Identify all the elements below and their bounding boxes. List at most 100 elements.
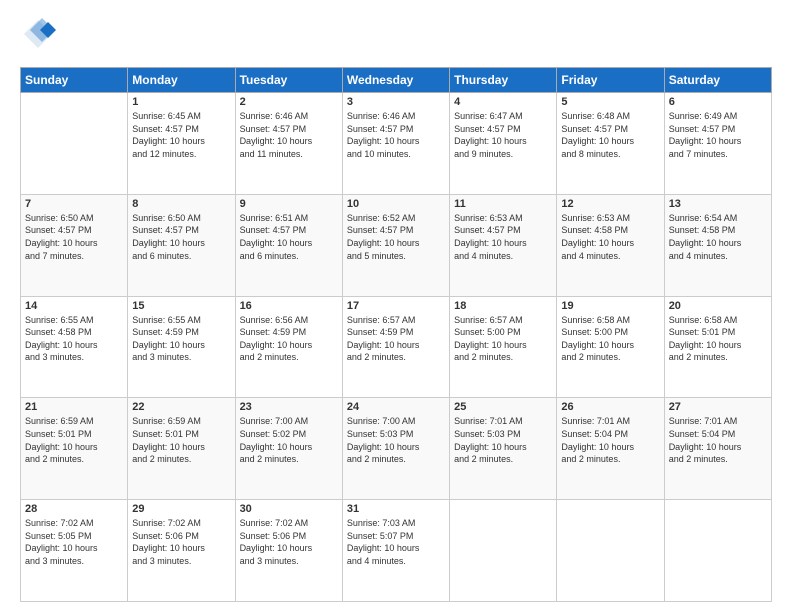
day-number: 22 (132, 401, 230, 413)
calendar-cell: 9 Sunrise: 6:51 AM Sunset: 4:57 PM Daylig… (235, 194, 342, 296)
weekday-friday: Friday (557, 68, 664, 93)
week-row-3: 14 Sunrise: 6:55 AM Sunset: 4:58 PM Dayli… (21, 296, 772, 398)
day-info: Sunrise: 7:02 AM Sunset: 5:05 PM Dayligh… (25, 517, 123, 567)
calendar-cell: 17 Sunrise: 6:57 AM Sunset: 4:59 PM Dayli… (342, 296, 449, 398)
day-number: 26 (561, 401, 659, 413)
day-number: 18 (454, 300, 552, 312)
calendar-cell: 6 Sunrise: 6:49 AM Sunset: 4:57 PM Daylig… (664, 93, 771, 195)
calendar-cell: 11Sunrise: 6:53 AM Sunset: 4:57 PM Dayli… (450, 194, 557, 296)
day-info: Sunrise: 6:59 AM Sunset: 5:01 PM Dayligh… (25, 415, 123, 465)
day-info: Sunrise: 6:57 AM Sunset: 5:00 PM Dayligh… (454, 314, 552, 364)
calendar-cell: 14 Sunrise: 6:55 AM Sunset: 4:58 PM Dayli… (21, 296, 128, 398)
day-number: 6 (669, 96, 767, 108)
calendar-table: SundayMondayTuesdayWednesdayThursdayFrid… (20, 67, 772, 602)
day-number: 13 (669, 198, 767, 210)
day-number: 17 (347, 300, 445, 312)
weekday-monday: Monday (128, 68, 235, 93)
day-info: Sunrise: 6:46 AM Sunset: 4:57 PM Dayligh… (347, 110, 445, 160)
weekday-thursday: Thursday (450, 68, 557, 93)
day-number: 29 (132, 503, 230, 515)
page: SundayMondayTuesdayWednesdayThursdayFrid… (0, 0, 792, 612)
day-number: 3 (347, 96, 445, 108)
day-info: Sunrise: 6:47 AM Sunset: 4:57 PM Dayligh… (454, 110, 552, 160)
calendar-cell: 22 Sunrise: 6:59 AM Sunset: 5:01 PM Dayli… (128, 398, 235, 500)
day-info: Sunrise: 7:01 AM Sunset: 5:03 PM Dayligh… (454, 415, 552, 465)
day-info: Sunrise: 6:50 AM Sunset: 4:57 PM Dayligh… (25, 212, 123, 262)
day-number: 12 (561, 198, 659, 210)
day-number: 15 (132, 300, 230, 312)
day-info: Sunrise: 7:02 AM Sunset: 5:06 PM Dayligh… (240, 517, 338, 567)
day-number: 9 (240, 198, 338, 210)
calendar-cell (450, 500, 557, 602)
day-info: Sunrise: 6:45 AM Sunset: 4:57 PM Dayligh… (132, 110, 230, 160)
day-info: Sunrise: 6:51 AM Sunset: 4:57 PM Dayligh… (240, 212, 338, 262)
day-number: 1 (132, 96, 230, 108)
calendar-cell (557, 500, 664, 602)
day-number: 5 (561, 96, 659, 108)
calendar-cell: 4Sunrise: 6:47 AM Sunset: 4:57 PM Daylig… (450, 93, 557, 195)
calendar-cell: 12 Sunrise: 6:53 AM Sunset: 4:58 PM Dayli… (557, 194, 664, 296)
day-number: 19 (561, 300, 659, 312)
day-number: 14 (25, 300, 123, 312)
day-number: 27 (669, 401, 767, 413)
calendar-cell: 26 Sunrise: 7:01 AM Sunset: 5:04 PM Dayli… (557, 398, 664, 500)
calendar-cell: 18 Sunrise: 6:57 AM Sunset: 5:00 PM Dayli… (450, 296, 557, 398)
day-number: 16 (240, 300, 338, 312)
day-info: Sunrise: 6:59 AM Sunset: 5:01 PM Dayligh… (132, 415, 230, 465)
day-info: Sunrise: 6:58 AM Sunset: 5:00 PM Dayligh… (561, 314, 659, 364)
calendar-cell: 3 Sunrise: 6:46 AM Sunset: 4:57 PM Daylig… (342, 93, 449, 195)
day-info: Sunrise: 6:49 AM Sunset: 4:57 PM Dayligh… (669, 110, 767, 160)
weekday-header-row: SundayMondayTuesdayWednesdayThursdayFrid… (21, 68, 772, 93)
logo (20, 16, 60, 57)
day-number: 10 (347, 198, 445, 210)
week-row-4: 21 Sunrise: 6:59 AM Sunset: 5:01 PM Dayli… (21, 398, 772, 500)
day-info: Sunrise: 6:54 AM Sunset: 4:58 PM Dayligh… (669, 212, 767, 262)
day-info: Sunrise: 6:55 AM Sunset: 4:58 PM Dayligh… (25, 314, 123, 364)
calendar-cell: 16 Sunrise: 6:56 AM Sunset: 4:59 PM Dayli… (235, 296, 342, 398)
day-info: Sunrise: 7:00 AM Sunset: 5:03 PM Dayligh… (347, 415, 445, 465)
day-info: Sunrise: 6:53 AM Sunset: 4:58 PM Dayligh… (561, 212, 659, 262)
calendar-cell: 31Sunrise: 7:03 AM Sunset: 5:07 PM Dayli… (342, 500, 449, 602)
calendar-cell: 2Sunrise: 6:46 AM Sunset: 4:57 PM Daylig… (235, 93, 342, 195)
day-info: Sunrise: 7:02 AM Sunset: 5:06 PM Dayligh… (132, 517, 230, 567)
day-info: Sunrise: 7:00 AM Sunset: 5:02 PM Dayligh… (240, 415, 338, 465)
day-info: Sunrise: 6:52 AM Sunset: 4:57 PM Dayligh… (347, 212, 445, 262)
day-info: Sunrise: 7:01 AM Sunset: 5:04 PM Dayligh… (561, 415, 659, 465)
calendar-cell: 7 Sunrise: 6:50 AM Sunset: 4:57 PM Daylig… (21, 194, 128, 296)
day-info: Sunrise: 6:58 AM Sunset: 5:01 PM Dayligh… (669, 314, 767, 364)
day-info: Sunrise: 6:56 AM Sunset: 4:59 PM Dayligh… (240, 314, 338, 364)
day-number: 21 (25, 401, 123, 413)
calendar-cell: 8Sunrise: 6:50 AM Sunset: 4:57 PM Daylig… (128, 194, 235, 296)
week-row-2: 7 Sunrise: 6:50 AM Sunset: 4:57 PM Daylig… (21, 194, 772, 296)
calendar-cell: 21 Sunrise: 6:59 AM Sunset: 5:01 PM Dayli… (21, 398, 128, 500)
day-number: 20 (669, 300, 767, 312)
calendar-cell: 25Sunrise: 7:01 AM Sunset: 5:03 PM Dayli… (450, 398, 557, 500)
calendar-cell: 13 Sunrise: 6:54 AM Sunset: 4:58 PM Dayli… (664, 194, 771, 296)
day-info: Sunrise: 6:48 AM Sunset: 4:57 PM Dayligh… (561, 110, 659, 160)
calendar-cell: 23 Sunrise: 7:00 AM Sunset: 5:02 PM Dayli… (235, 398, 342, 500)
calendar-cell (21, 93, 128, 195)
day-info: Sunrise: 6:57 AM Sunset: 4:59 PM Dayligh… (347, 314, 445, 364)
calendar-cell: 10 Sunrise: 6:52 AM Sunset: 4:57 PM Dayli… (342, 194, 449, 296)
header (20, 16, 772, 57)
week-row-1: 1 Sunrise: 6:45 AM Sunset: 4:57 PM Daylig… (21, 93, 772, 195)
logo-icon (20, 16, 56, 52)
day-number: 7 (25, 198, 123, 210)
day-info: Sunrise: 6:55 AM Sunset: 4:59 PM Dayligh… (132, 314, 230, 364)
day-number: 28 (25, 503, 123, 515)
day-info: Sunrise: 6:53 AM Sunset: 4:57 PM Dayligh… (454, 212, 552, 262)
day-number: 31 (347, 503, 445, 515)
calendar-cell: 27 Sunrise: 7:01 AM Sunset: 5:04 PM Dayli… (664, 398, 771, 500)
calendar-cell: 15 Sunrise: 6:55 AM Sunset: 4:59 PM Dayli… (128, 296, 235, 398)
calendar-cell (664, 500, 771, 602)
day-number: 23 (240, 401, 338, 413)
calendar-cell: 19 Sunrise: 6:58 AM Sunset: 5:00 PM Dayli… (557, 296, 664, 398)
weekday-sunday: Sunday (21, 68, 128, 93)
calendar-cell: 29 Sunrise: 7:02 AM Sunset: 5:06 PM Dayli… (128, 500, 235, 602)
day-info: Sunrise: 6:50 AM Sunset: 4:57 PM Dayligh… (132, 212, 230, 262)
day-info: Sunrise: 7:01 AM Sunset: 5:04 PM Dayligh… (669, 415, 767, 465)
day-number: 2 (240, 96, 338, 108)
day-number: 30 (240, 503, 338, 515)
weekday-tuesday: Tuesday (235, 68, 342, 93)
weekday-saturday: Saturday (664, 68, 771, 93)
